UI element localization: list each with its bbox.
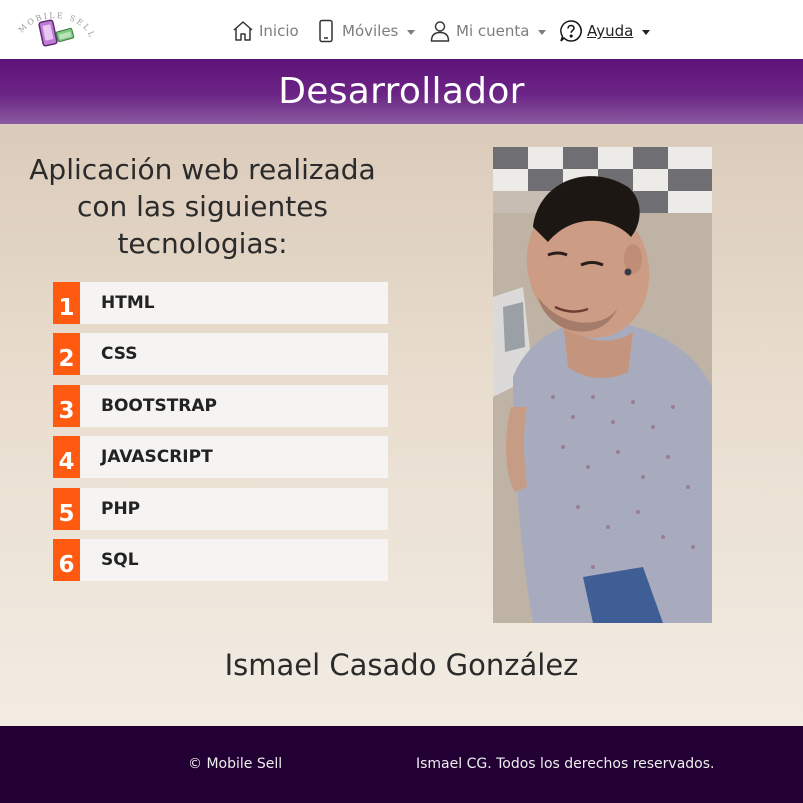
nav-moviles-label: Móviles: [342, 22, 399, 40]
footer-copyright: © Mobile Sell: [188, 756, 283, 772]
list-item: 4 JAVASCRIPT: [53, 436, 388, 479]
technology-name: SQL: [101, 549, 139, 570]
page-title: Desarrollador: [278, 71, 525, 112]
nav-moviles[interactable]: Móviles: [314, 18, 416, 44]
technology-list: 1 HTML 2 CSS 3 BOOTSTRAP 4 JAVASCRIPT 5 …: [53, 282, 388, 590]
chevron-down-icon: [538, 29, 547, 35]
technology-name: JAVASCRIPT: [101, 447, 213, 468]
help-bubble-icon: [559, 19, 583, 43]
list-item: 6 SQL: [53, 538, 388, 581]
nav-ayuda-label: Ayuda: [587, 22, 634, 40]
page-banner: Desarrollador: [0, 59, 803, 124]
nav-mi-cuenta-label: Mi cuenta: [456, 22, 530, 40]
house-icon: [231, 19, 255, 43]
technology-name: HTML: [101, 293, 155, 313]
smartphone-icon: [314, 19, 338, 43]
developer-photo: [493, 147, 712, 623]
number-badge: 3: [53, 384, 80, 427]
intro-text: Aplicación web realizada con las siguien…: [29, 153, 376, 260]
nav-inicio[interactable]: Inicio: [231, 18, 299, 44]
list-item: 2 CSS: [53, 333, 388, 376]
number-badge: 4: [53, 436, 80, 479]
user-icon: [428, 19, 452, 43]
list-item: 5 PHP: [53, 487, 388, 530]
number-badge: 6: [53, 538, 80, 581]
number-badge: 2: [53, 333, 80, 376]
list-item: 3 BOOTSTRAP: [53, 384, 388, 427]
technology-name: PHP: [101, 498, 141, 519]
main-content: Aplicación web realizada con las siguien…: [0, 124, 803, 726]
nav-inicio-label: Inicio: [259, 22, 299, 40]
list-item: 1 HTML: [53, 282, 388, 324]
footer-rights: Ismael CG. Todos los derechos reservados…: [416, 756, 715, 772]
developer-name: Ismael Casado González: [224, 648, 579, 682]
nav-mi-cuenta[interactable]: Mi cuenta: [428, 18, 547, 44]
mobile-sell-logo[interactable]: MOBILE SELL: [14, 8, 96, 52]
number-badge: 5: [53, 487, 80, 530]
technology-name: CSS: [101, 344, 138, 365]
nav-ayuda[interactable]: Ayuda: [559, 18, 651, 44]
technology-name: BOOTSTRAP: [101, 395, 218, 416]
navbar: MOBILE SELL Inicio Móviles Mi cuenta Ayu…: [0, 0, 803, 59]
footer: © Mobile Sell Ismael CG. Todos los derec…: [0, 726, 803, 803]
number-badge: 1: [53, 282, 80, 324]
chevron-down-icon: [407, 29, 416, 35]
chevron-down-icon: [642, 29, 651, 35]
